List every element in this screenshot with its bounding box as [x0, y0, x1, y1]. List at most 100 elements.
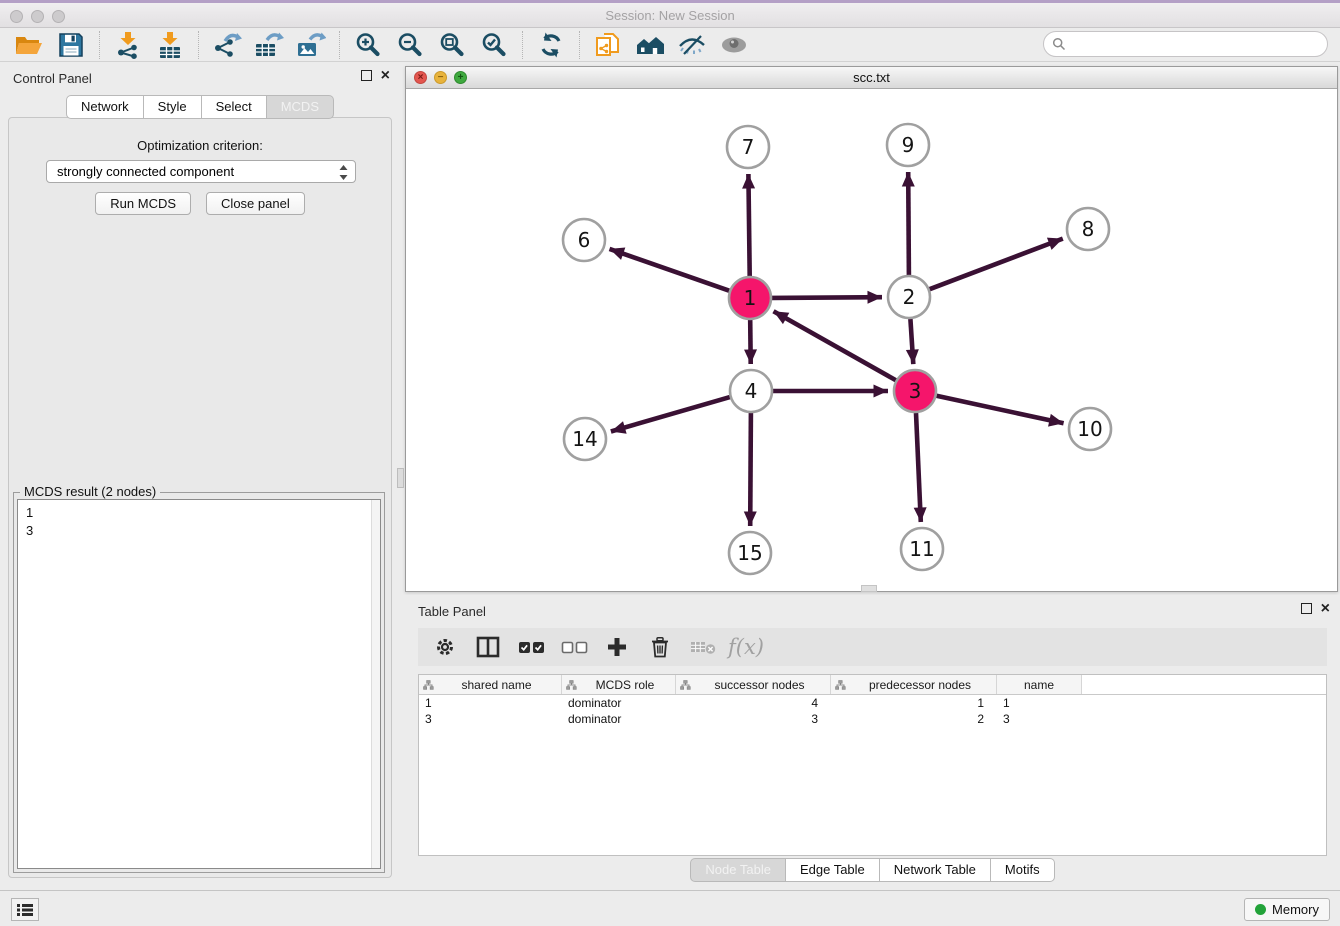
tab-motifs[interactable]: Motifs [991, 858, 1055, 882]
cell[interactable]: 4 [676, 695, 831, 711]
graph-node-1[interactable]: 1 [729, 277, 771, 319]
float-panel-icon[interactable] [361, 70, 372, 81]
graph-edge-2-8[interactable] [930, 239, 1063, 290]
graph-node-14[interactable]: 14 [564, 418, 606, 460]
graph-node-10[interactable]: 10 [1069, 408, 1111, 450]
network-file-icon[interactable] [593, 30, 623, 60]
cell[interactable]: 3 [676, 711, 831, 727]
zoom-out-icon[interactable] [395, 30, 425, 60]
mcds-result-title: MCDS result (2 nodes) [20, 484, 160, 499]
graph-node-label: 15 [737, 541, 762, 565]
column-header-name[interactable]: name [997, 675, 1082, 694]
graph-edge-3-1[interactable] [774, 311, 896, 380]
cell[interactable]: 2 [831, 711, 997, 727]
import-network-icon[interactable] [113, 30, 143, 60]
zoom-in-icon[interactable] [353, 30, 383, 60]
node-table: shared nameMCDS rolesuccessor nodesprede… [418, 674, 1327, 856]
split-view-icon[interactable] [471, 632, 505, 662]
sort-icon [566, 680, 577, 690]
hide-details-icon[interactable] [677, 30, 707, 60]
graph-node-15[interactable]: 15 [729, 532, 771, 574]
tab-node-table[interactable]: Node Table [690, 858, 786, 882]
tab-network-table[interactable]: Network Table [880, 858, 991, 882]
float-table-panel-icon[interactable] [1301, 603, 1312, 614]
show-details-icon[interactable] [719, 30, 749, 60]
graph-edge-2-3[interactable] [910, 319, 913, 364]
network-window-titlebar[interactable]: × − + scc.txt [406, 67, 1337, 89]
graph-edge-3-10[interactable] [937, 396, 1064, 424]
delete-row-icon[interactable] [643, 632, 677, 662]
export-image-icon[interactable] [296, 30, 326, 60]
graph-node-11[interactable]: 11 [901, 528, 943, 570]
window-resize-handle[interactable] [861, 585, 877, 592]
search-input[interactable] [1070, 34, 1327, 54]
criterion-value: strongly connected component [57, 164, 234, 179]
graph-node-label: 11 [909, 537, 934, 561]
close-table-panel-icon[interactable]: × [1321, 603, 1330, 614]
graph-node-2[interactable]: 2 [888, 276, 930, 318]
column-header-predecessor-nodes[interactable]: predecessor nodes [831, 675, 997, 694]
cell[interactable]: 1 [419, 695, 562, 711]
graph-edge-1-4[interactable] [750, 320, 751, 364]
memory-button[interactable]: Memory [1244, 898, 1330, 921]
graph-node-4[interactable]: 4 [730, 370, 772, 412]
export-table-icon[interactable] [254, 30, 284, 60]
graph-edge-1-6[interactable] [610, 249, 730, 291]
cell[interactable]: 1 [831, 695, 997, 711]
cell[interactable]: 3 [997, 711, 1082, 727]
criterion-dropdown[interactable]: strongly connected component [46, 160, 356, 183]
graph-edge-4-14[interactable] [611, 397, 730, 431]
tab-network[interactable]: Network [66, 95, 144, 119]
column-header-mcds-role[interactable]: MCDS role [562, 675, 676, 694]
network-view-window: × − + scc.txt 7 9 6 8 1 2 4 3 14 10 15 11 [405, 66, 1338, 592]
graph-node-8[interactable]: 8 [1067, 208, 1109, 250]
tab-edge-table[interactable]: Edge Table [786, 858, 880, 882]
graph-edge-1-7[interactable] [748, 174, 749, 276]
select-all-icon[interactable] [514, 632, 548, 662]
mcds-result-box[interactable]: 1 3 [17, 499, 381, 869]
open-session-icon[interactable] [14, 30, 44, 60]
deselect-all-icon[interactable] [557, 632, 591, 662]
close-panel-icon[interactable]: × [381, 70, 390, 81]
save-session-icon[interactable] [56, 30, 86, 60]
graph-node-6[interactable]: 6 [563, 219, 605, 261]
graph-node-label: 8 [1082, 217, 1095, 241]
close-panel-button[interactable]: Close panel [206, 192, 305, 215]
toolbar-separator [339, 31, 340, 59]
graph-edge-1-2[interactable] [772, 297, 882, 298]
search-box[interactable] [1043, 31, 1328, 57]
graph-edge-2-9[interactable] [908, 172, 909, 275]
tab-select[interactable]: Select [202, 95, 267, 119]
cell[interactable]: dominator [562, 711, 676, 727]
cell[interactable]: dominator [562, 695, 676, 711]
import-table-icon[interactable] [155, 30, 185, 60]
graph-node-7[interactable]: 7 [727, 126, 769, 168]
cell[interactable]: 1 [997, 695, 1082, 711]
zoom-fit-icon[interactable] [437, 30, 467, 60]
tab-style[interactable]: Style [144, 95, 202, 119]
export-network-icon[interactable] [212, 30, 242, 60]
column-header-successor-nodes[interactable]: successor nodes [676, 675, 831, 694]
graph-node-label: 4 [745, 379, 758, 403]
settings-icon[interactable] [428, 632, 462, 662]
graph-node-3[interactable]: 3 [894, 370, 936, 412]
column-header-filler [1082, 675, 1326, 694]
home-icon[interactable] [635, 30, 665, 60]
add-row-icon[interactable] [600, 632, 634, 662]
tab-mcds[interactable]: MCDS [267, 95, 334, 119]
graph-node-9[interactable]: 9 [887, 124, 929, 166]
zoom-selected-icon[interactable] [479, 30, 509, 60]
graph-edge-3-11[interactable] [916, 413, 921, 522]
panel-splitter-handle[interactable] [397, 468, 404, 488]
cell[interactable]: 3 [419, 711, 562, 727]
refresh-icon[interactable] [536, 30, 566, 60]
delete-table-icon [686, 632, 720, 662]
run-mcds-button[interactable]: Run MCDS [95, 192, 191, 215]
network-canvas[interactable]: 7 9 6 8 1 2 4 3 14 10 15 11 [406, 89, 1337, 591]
graph-edge-4-15[interactable] [750, 413, 751, 526]
search-icon [1052, 37, 1066, 51]
task-history-button[interactable] [11, 898, 39, 921]
sort-icon [835, 680, 846, 690]
result-scrollbar[interactable] [371, 500, 380, 868]
column-header-shared-name[interactable]: shared name [419, 675, 562, 694]
